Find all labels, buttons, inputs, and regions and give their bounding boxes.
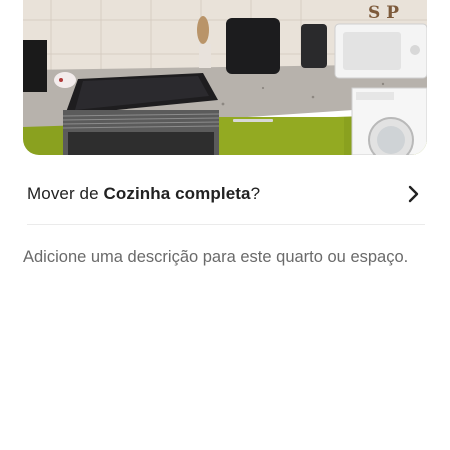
move-room-label: Mover de Cozinha completa? — [27, 184, 260, 204]
kitchen-photo-image: S P — [23, 0, 427, 155]
divider — [27, 224, 425, 225]
move-room-row[interactable]: Mover de Cozinha completa? — [27, 172, 425, 216]
chevron-right-icon — [407, 184, 421, 204]
room-name: Cozinha completa — [103, 184, 251, 203]
description-input[interactable]: Adicione uma descrição para este quarto … — [23, 248, 433, 267]
move-prefix: Mover de — [27, 184, 104, 203]
move-suffix: ? — [250, 184, 261, 203]
room-photo[interactable]: S P — [23, 0, 427, 155]
svg-text:S P: S P — [368, 3, 399, 23]
